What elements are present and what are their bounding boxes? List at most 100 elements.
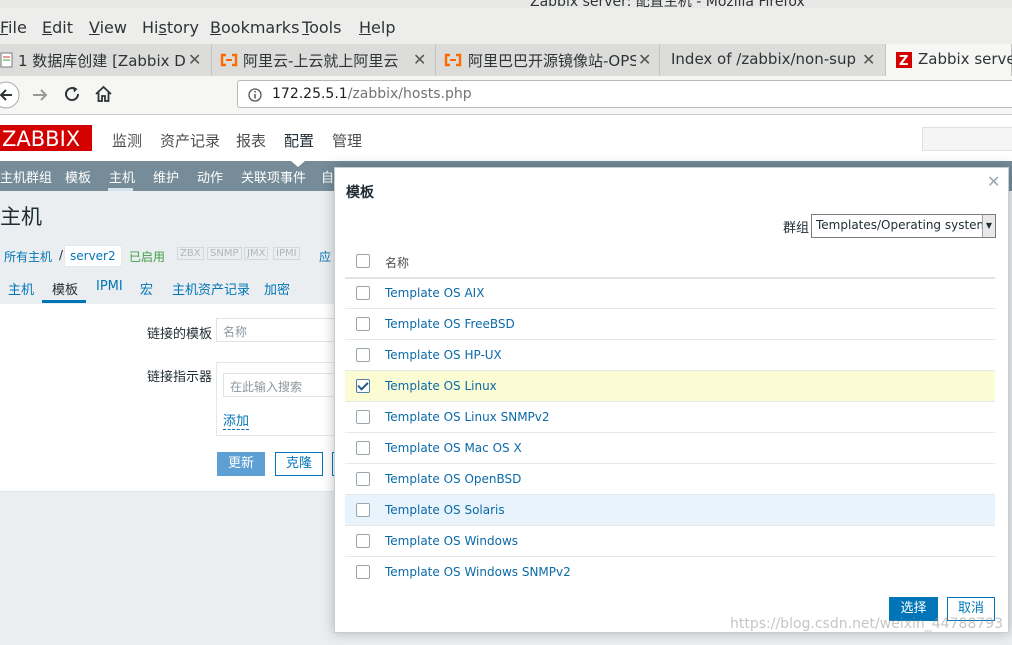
row-checkbox[interactable] — [356, 286, 370, 300]
browser-tab-1[interactable]: 1 数据库创建 [Zabbix Doc ✕ — [0, 44, 212, 76]
linked-templates-label: 链接的模板 — [147, 327, 213, 342]
window-title: Zabbix server: 配置主机 - Mozilla Firefox — [530, 0, 805, 8]
breadcrumb-all-hosts[interactable]: 所有主机 — [4, 248, 52, 265]
submenu-host-groups[interactable]: 主机群组 — [0, 167, 52, 186]
tab-label: 阿里云-上云就上阿里云 — [243, 52, 399, 70]
row-checkbox[interactable] — [356, 503, 370, 517]
group-select[interactable]: Templates/Operating systems ▼ — [811, 214, 996, 238]
host-subtabs: 主机 模板 IPMI 宏 主机资产记录 加密 — [0, 270, 340, 305]
window-title-bar: Zabbix server: 配置主机 - Mozilla Firefox — [0, 0, 1012, 8]
tab-inventory[interactable]: 主机资产记录 — [172, 279, 250, 298]
menu-configuration[interactable]: 配置 — [284, 130, 314, 151]
clone-button[interactable]: 克隆 — [275, 452, 323, 476]
link-indicator-box: 在此输入搜索 添加 — [216, 362, 346, 436]
breadcrumb-host[interactable]: server2 — [64, 245, 122, 267]
browser-tab-3[interactable]: 阿里巴巴开源镜像站-OPS ✕ — [436, 44, 660, 76]
menu-history[interactable]: History — [142, 18, 199, 37]
update-button[interactable]: 更新 — [217, 452, 265, 476]
tab-ipmi[interactable]: IPMI — [96, 279, 123, 294]
menu-help[interactable]: Help — [359, 18, 395, 37]
table-row[interactable]: Template OS OpenBSD — [345, 464, 995, 495]
table-row[interactable]: Template OS Mac OS X — [345, 433, 995, 464]
badge-snmp: SNMP — [207, 247, 242, 260]
template-link[interactable]: Template OS Linux — [385, 379, 497, 393]
menu-file[interactable]: File — [0, 18, 27, 37]
row-checkbox[interactable] — [356, 348, 370, 362]
table-row[interactable]: Template OS HP-UX — [345, 340, 995, 371]
menu-inventory[interactable]: 资产记录 — [160, 130, 220, 151]
menu-tools[interactable]: Tools — [302, 18, 341, 37]
info-icon[interactable] — [248, 88, 262, 102]
menu-administration[interactable]: 管理 — [332, 130, 362, 151]
menu-view[interactable]: View — [89, 18, 127, 37]
menu-edit[interactable]: Edit — [42, 18, 73, 37]
menu-reports[interactable]: 报表 — [236, 130, 266, 151]
browser-tab-4[interactable]: Index of /zabbix/non-support ✕ — [660, 44, 886, 76]
home-icon[interactable] — [94, 85, 113, 103]
url-bar[interactable]: 172.25.5.1/zabbix/hosts.php — [237, 80, 1012, 108]
template-link[interactable]: Template OS HP-UX — [385, 348, 502, 362]
close-icon[interactable]: ✕ — [987, 172, 1000, 191]
close-icon[interactable]: ✕ — [188, 50, 201, 69]
link-indicator-label: 链接指示器 — [147, 370, 213, 385]
submenu-templates[interactable]: 模板 — [65, 167, 91, 186]
breadcrumb-applications[interactable]: 应 — [319, 248, 331, 265]
table-row[interactable]: Template OS Windows — [345, 526, 995, 557]
browser-tab-2[interactable]: 阿里云-上云就上阿里云 ✕ — [212, 44, 436, 76]
template-link[interactable]: Template OS AIX — [385, 286, 484, 300]
submenu-maintenance[interactable]: 维护 — [153, 167, 179, 186]
template-link[interactable]: Template OS OpenBSD — [385, 472, 521, 486]
row-checkbox[interactable] — [356, 472, 370, 486]
close-icon[interactable]: ✕ — [638, 50, 651, 69]
tab-macros[interactable]: 宏 — [140, 279, 153, 298]
status-badge[interactable]: 已启用 — [129, 248, 165, 265]
template-link[interactable]: Template OS FreeBSD — [385, 317, 515, 331]
template-link[interactable]: Template OS Solaris — [385, 503, 505, 517]
zabbix-logo[interactable]: ZABBIX — [0, 125, 92, 151]
linked-templates-field[interactable]: 名称 — [216, 318, 346, 342]
row-checkbox[interactable] — [356, 534, 370, 548]
tab-templates[interactable]: 模板 — [52, 279, 78, 298]
row-checkbox[interactable] — [356, 410, 370, 424]
tab-encryption[interactable]: 加密 — [264, 279, 290, 298]
close-icon[interactable]: ✕ — [413, 50, 426, 69]
row-checkbox[interactable] — [356, 565, 370, 579]
close-icon[interactable]: ✕ — [862, 50, 875, 69]
browser-tab-strip: 1 数据库创建 [Zabbix Doc ✕ 阿里云-上云就上阿里云 ✕ 阿里巴巴… — [0, 44, 1012, 77]
table-row[interactable]: Template OS Linux SNMPv2 — [345, 402, 995, 433]
table-row[interactable]: Template OS Windows SNMPv2 — [345, 557, 995, 587]
template-link[interactable]: Template OS Mac OS X — [385, 441, 522, 455]
forward-icon[interactable] — [31, 86, 49, 104]
reload-icon[interactable] — [63, 85, 81, 103]
page-title: 主机 — [0, 205, 42, 229]
table-row[interactable]: Template OS AIX — [345, 278, 995, 309]
menubar: File Edit View History Bookmarks Tools H… — [0, 8, 1012, 45]
add-link[interactable]: 添加 — [223, 410, 250, 430]
submenu-actions[interactable]: 动作 — [197, 167, 223, 186]
tab-host[interactable]: 主机 — [8, 279, 34, 298]
template-link[interactable]: Template OS Linux SNMPv2 — [385, 410, 550, 424]
submenu-event-correlation[interactable]: 关联项事件 — [241, 167, 306, 186]
submenu-hosts[interactable]: 主机 — [109, 167, 135, 186]
table-row-selected[interactable]: Template OS Linux — [345, 371, 995, 402]
row-checkbox-checked[interactable] — [356, 379, 370, 393]
browser-tab-5-active[interactable]: Z Zabbix server: — [886, 44, 1012, 76]
host-templates-form: 链接的模板 名称 链接指示器 在此输入搜索 添加 更新 克隆 — [0, 304, 352, 492]
chevron-down-icon: ▼ — [982, 215, 995, 237]
menu-monitoring[interactable]: 监测 — [112, 130, 142, 151]
row-checkbox[interactable] — [356, 317, 370, 331]
template-link[interactable]: Template OS Windows — [385, 534, 518, 548]
select-all-checkbox[interactable] — [356, 254, 370, 268]
table-row-hovered[interactable]: Template OS Solaris — [345, 495, 995, 526]
row-checkbox[interactable] — [356, 441, 370, 455]
template-search-input[interactable]: 在此输入搜索 — [223, 373, 343, 397]
active-tab-indicator — [42, 300, 86, 303]
badge-zbx: ZBX — [177, 247, 204, 260]
badge-jmx: JMX — [244, 247, 269, 260]
submenu-discovery[interactable]: 自 — [321, 167, 334, 186]
template-link[interactable]: Template OS Windows SNMPv2 — [385, 565, 571, 579]
back-button-icon[interactable] — [0, 80, 24, 110]
menu-bookmarks[interactable]: Bookmarks — [210, 18, 299, 37]
zabbix-search-input[interactable] — [922, 127, 1012, 151]
table-row[interactable]: Template OS FreeBSD — [345, 309, 995, 340]
